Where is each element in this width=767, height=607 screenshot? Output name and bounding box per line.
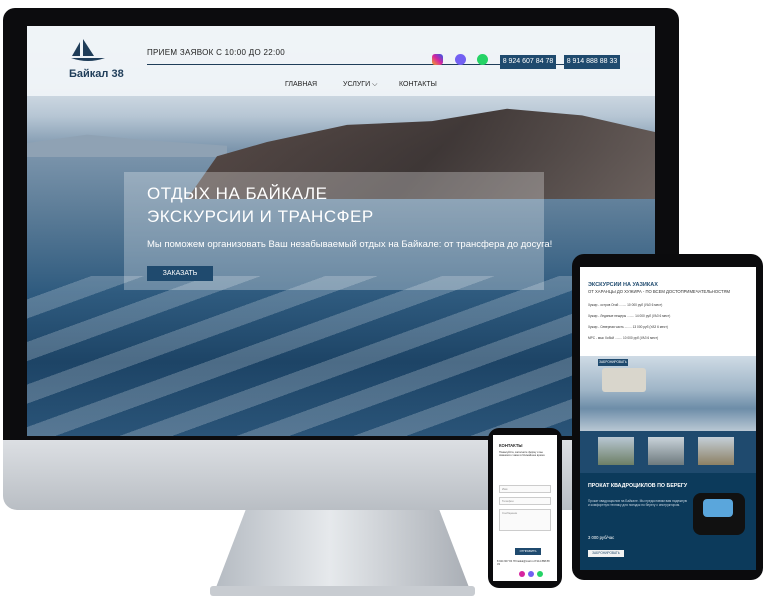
tablet-site-screen: ЭКСКУРСИИ НА УАЗИКАХ ОТ ХАРАНЦЫ ДО ХУЖИР… <box>580 267 756 570</box>
phone-site-screen: КОНТАКТЫ Пожалуйста, заполните форму и м… <box>493 435 557 581</box>
gallery-thumb[interactable] <box>648 437 684 465</box>
site-header <box>27 26 655 96</box>
gallery-thumb[interactable] <box>598 437 634 465</box>
message-field[interactable]: Сообщение <box>499 509 551 531</box>
quad-text: Прокат квадроциклов на Байкале. Мы предо… <box>588 499 688 507</box>
tablet-book-button[interactable]: ЗАБРОНИРОВАТЬ <box>598 359 628 366</box>
nav-home[interactable]: ГЛАВНАЯ <box>285 81 317 88</box>
send-button[interactable]: ОТПРАВИТЬ <box>515 548 541 555</box>
tablet-subtitle: ОТ ХАРАНЦЫ ДО ХУЖИРА - ПО ВСЕМ ДОСТОПРИМ… <box>588 289 730 294</box>
instagram-icon[interactable] <box>519 571 525 577</box>
phone-footer: 8 924 607 84 78 baikal@mail.ru 8 914 888… <box>497 560 550 566</box>
hero-title-line2: ЭКСКУРСИИ И ТРАНСФЕР <box>147 207 374 226</box>
tour-row: МРС - мыс Хобой ........ 10 000 руб (УАЗ… <box>588 336 659 340</box>
order-button[interactable]: ЗАКАЗАТЬ <box>147 266 213 281</box>
quad-price: 3 000 руб/час <box>588 535 615 540</box>
whatsapp-icon[interactable] <box>537 571 543 577</box>
hero-subtitle: Мы поможем организовать Ваш незабываемый… <box>147 239 553 250</box>
tour-row: Хужир - остров Огой ........ 10 000 руб … <box>588 303 663 307</box>
contacts-text: Пожалуйста, заполните форму и мы свяжемс… <box>499 451 546 457</box>
boat-logo-icon[interactable] <box>70 38 106 64</box>
quad-bike-body <box>703 499 733 517</box>
nav-contacts[interactable]: КОНТАКТЫ <box>399 81 437 88</box>
desktop-site-screen: Байкал 38 ПРИЕМ ЗАЯВОК С 10:00 ДО 22:00 … <box>27 26 655 436</box>
phone-button-1[interactable]: 8 924 607 84 78 <box>500 55 556 69</box>
viber-icon[interactable] <box>528 571 534 577</box>
viber-icon[interactable] <box>455 54 466 65</box>
tour-row: Хужир - Ледяные пещеры ........ 14 000 р… <box>588 314 671 318</box>
working-hours: ПРИЕМ ЗАЯВОК С 10:00 ДО 22:00 <box>147 48 286 57</box>
distant-hills <box>27 134 227 157</box>
quad-book-button[interactable]: ЗАБРОНИРОВАТЬ <box>588 550 624 557</box>
uaz-van-image <box>602 368 646 392</box>
imac-foot <box>210 586 475 596</box>
phone-button-2[interactable]: 8 914 888 88 33 <box>564 55 620 69</box>
hero-title-line1: ОТДЫХ НА БАЙКАЛЕ <box>147 184 328 203</box>
logo-text[interactable]: Байкал 38 <box>69 68 124 80</box>
whatsapp-icon[interactable] <box>477 54 488 65</box>
imac-stand <box>215 510 470 590</box>
tour-row: Хужир - Северная часть ........ 13 000 р… <box>588 325 668 329</box>
phone-field[interactable]: Телефон <box>499 497 551 505</box>
gallery-thumb[interactable] <box>698 437 734 465</box>
instagram-icon[interactable] <box>432 54 443 65</box>
nav-services[interactable]: УСЛУГИ ⌵ <box>343 81 377 89</box>
name-field[interactable]: Имя <box>499 485 551 493</box>
tablet-title: ЭКСКУРСИИ НА УАЗИКАХ <box>588 282 658 288</box>
ice-texture <box>27 276 655 436</box>
contacts-title: КОНТАКТЫ <box>499 443 523 448</box>
quad-title: ПРОКАТ КВАДРОЦИКЛОВ ПО БЕРЕГУ <box>588 483 688 489</box>
